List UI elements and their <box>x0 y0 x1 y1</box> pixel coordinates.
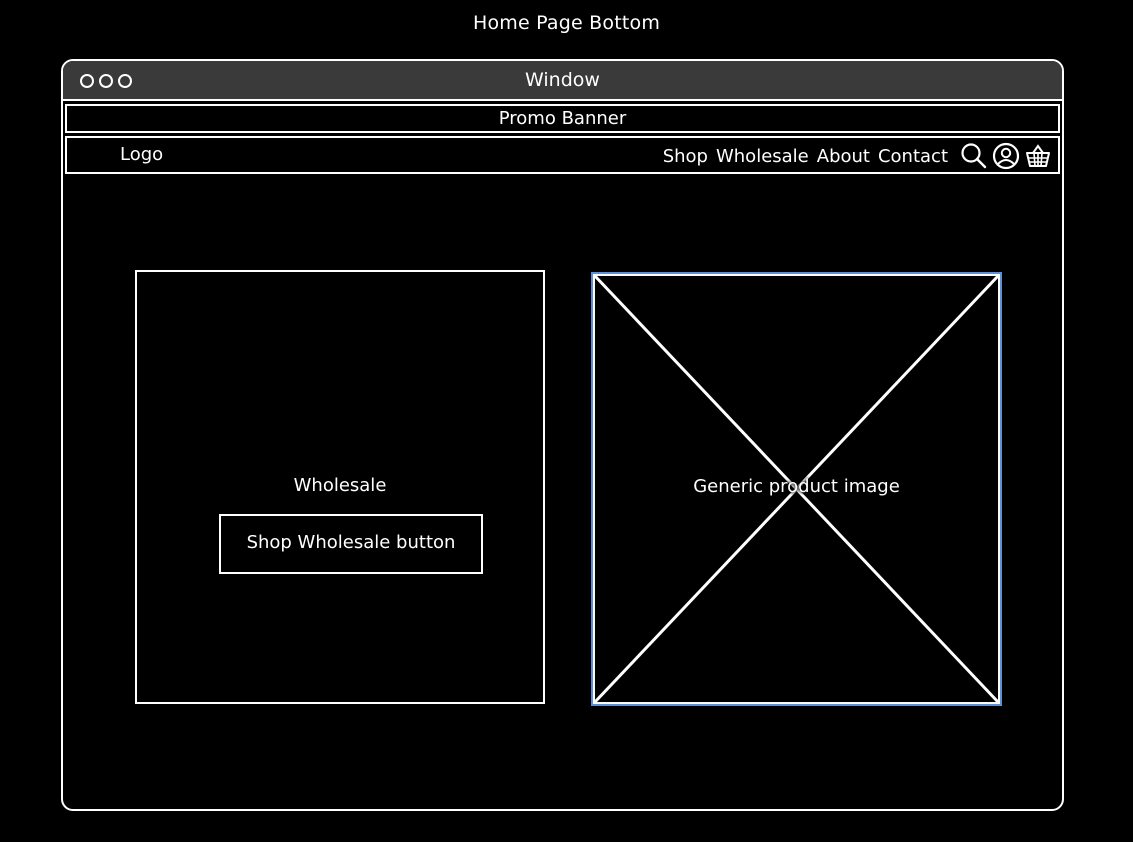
wholesale-panel: Wholesale Shop Wholesale button <box>135 270 545 704</box>
nav-links: Shop Wholesale About Contact <box>663 140 1052 172</box>
product-image-label: Generic product image <box>693 476 900 497</box>
nav-link-about[interactable]: About <box>817 146 870 167</box>
nav-link-wholesale[interactable]: Wholesale <box>716 146 809 167</box>
wholesale-title: Wholesale <box>293 475 387 496</box>
nav-link-shop[interactable]: Shop <box>663 146 708 167</box>
product-image-placeholder: Generic product image <box>591 272 1002 706</box>
basket-icon[interactable] <box>1024 142 1052 170</box>
account-icon[interactable] <box>992 142 1020 170</box>
content-area: Wholesale Shop Wholesale button Generic … <box>63 174 1062 809</box>
window-title: Window <box>525 69 600 91</box>
shop-wholesale-button[interactable]: Shop Wholesale button <box>219 514 483 574</box>
browser-window: Window Promo Banner Logo Shop Wholesale … <box>61 59 1064 811</box>
nav-bar: Logo Shop Wholesale About Contact <box>65 136 1060 174</box>
search-icon[interactable] <box>960 142 988 170</box>
promo-banner[interactable]: Promo Banner <box>65 104 1060 133</box>
logo[interactable]: Logo <box>120 144 163 165</box>
window-titlebar: Window <box>63 61 1062 101</box>
nav-link-contact[interactable]: Contact <box>878 146 948 167</box>
page-title: Home Page Bottom <box>472 12 661 34</box>
